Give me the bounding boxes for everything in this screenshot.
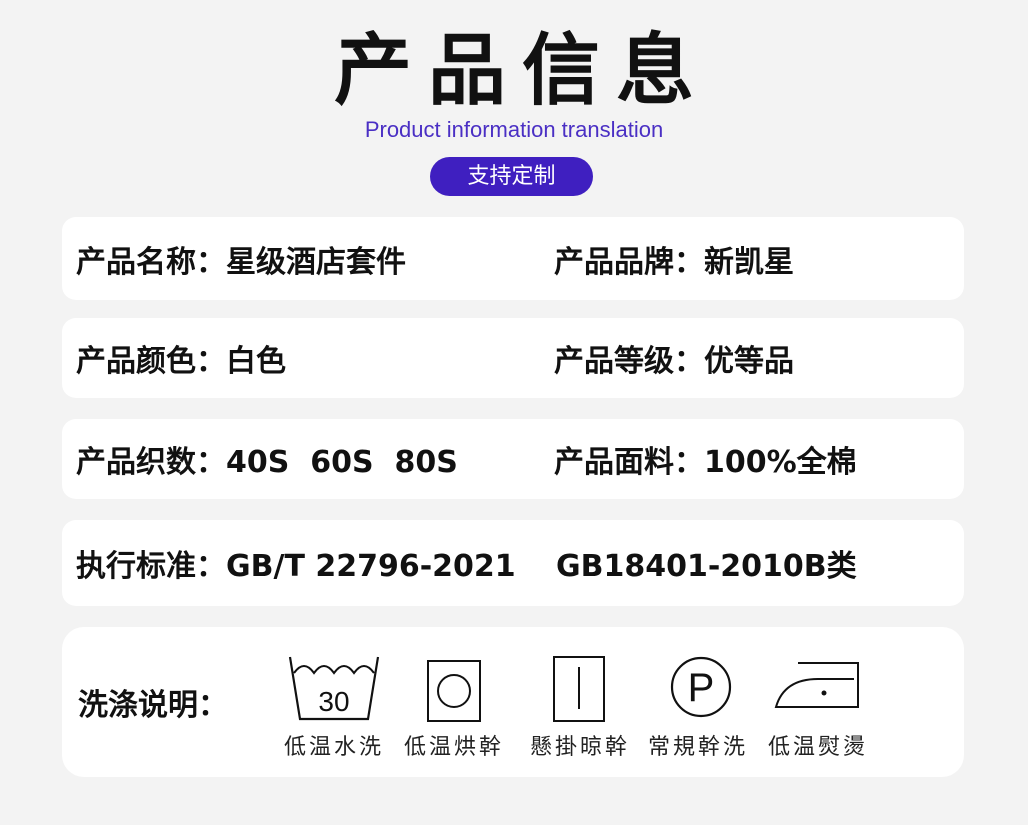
dry-clean-letter: P	[688, 666, 715, 710]
product-grade: 产品等级：优等品	[554, 344, 794, 379]
customization-badge: 支持定制	[430, 157, 593, 196]
care-label-iron: 低温熨燙	[767, 735, 868, 760]
info-row-name-brand: 产品名称：星级酒店套件 产品品牌：新凯星	[62, 217, 964, 300]
product-color: 产品颜色：白色	[76, 344, 286, 379]
page-subtitle: Product information translation	[364, 117, 664, 142]
iron-low-icon	[774, 662, 859, 708]
care-item-line-dry: 懸掛晾幹	[520, 651, 640, 761]
wash-temp: 30	[318, 686, 349, 717]
care-label-line-dry: 懸掛晾幹	[529, 735, 630, 760]
care-item-tumble: 低温烘幹	[398, 651, 510, 761]
dry-clean-p-icon: P	[670, 656, 732, 718]
info-row-count-fabric: 产品织数：40S 60S 80S 产品面料：100%全棉	[62, 419, 964, 499]
wash-30-icon: 30	[288, 656, 380, 721]
care-item-dry-clean: P 常規幹洗	[640, 651, 756, 761]
care-symbols: 30 低温水洗 低温烘幹 懸掛晾幹 P 常規幹洗 低温熨燙	[274, 651, 874, 761]
info-row-standard: 执行标准：GB/T 22796-2021 GB18401-2010B类	[62, 520, 964, 606]
care-instructions: 洗涤说明： 30 低温水洗 低温烘幹 懸掛晾幹 P 常規幹洗 低温熨燙	[62, 627, 964, 777]
thread-count: 产品织数：40S 60S 80S	[76, 445, 458, 480]
line-dry-icon	[553, 656, 605, 722]
care-label: 洗涤说明：	[78, 688, 228, 723]
product-fabric: 产品面料：100%全棉	[554, 445, 857, 480]
care-label-wash: 低温水洗	[283, 735, 384, 760]
care-label-dry-clean: 常規幹洗	[647, 735, 748, 760]
care-item-wash: 30 低温水洗	[274, 651, 394, 761]
info-row-color-grade: 产品颜色：白色 产品等级：优等品	[62, 318, 964, 398]
care-label-tumble: 低温烘幹	[403, 735, 504, 760]
product-brand: 产品品牌：新凯星	[554, 244, 794, 280]
standard-1: 执行标准：GB/T 22796-2021	[76, 549, 516, 584]
page-title: 产品信息	[333, 26, 710, 116]
standard-2: GB18401-2010B类	[556, 549, 857, 584]
care-item-iron: 低温熨燙	[760, 651, 876, 761]
product-name: 产品名称：星级酒店套件	[76, 244, 406, 280]
tumble-dry-low-icon	[427, 660, 481, 722]
